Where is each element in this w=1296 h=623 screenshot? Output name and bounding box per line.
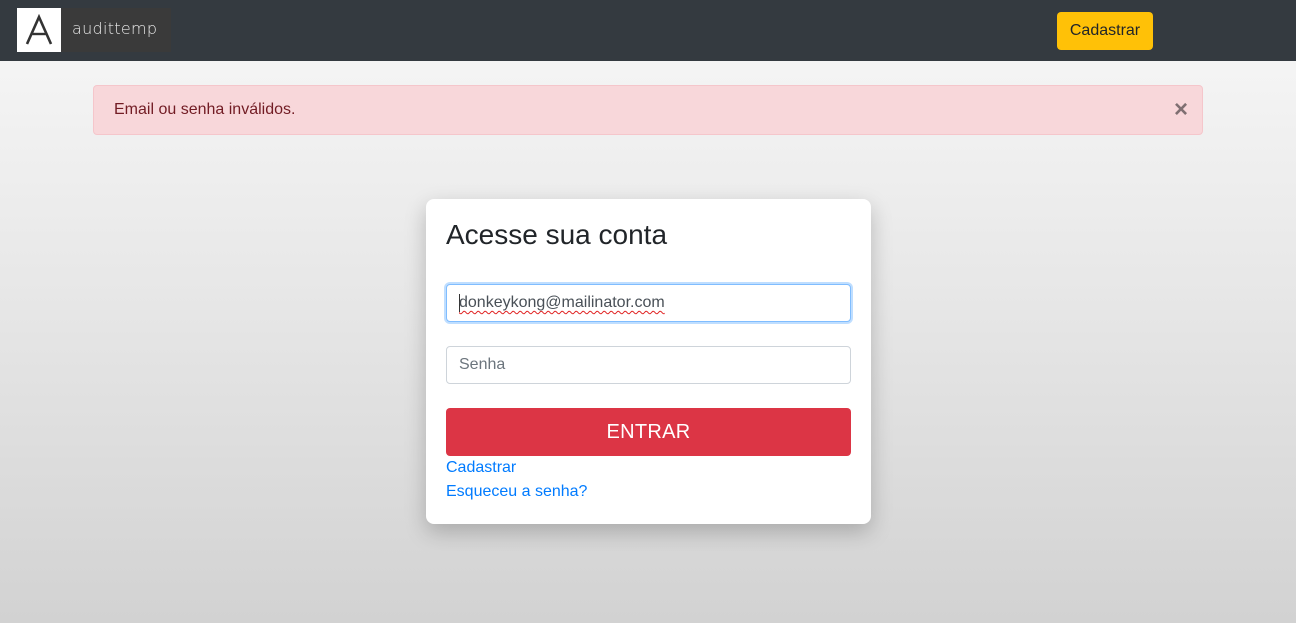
email-field[interactable]: donkeykong@mailinator.com (446, 284, 851, 322)
alert-message: Email ou senha inválidos. (114, 101, 296, 118)
brand-logo[interactable]: audittemp (17, 8, 171, 52)
logo-a-icon (17, 8, 61, 52)
navbar-signup-button[interactable]: Cadastrar (1057, 12, 1153, 50)
error-alert: Email ou senha inválidos. × (93, 85, 1203, 135)
forgot-password-link[interactable]: Esqueceu a senha? (446, 483, 587, 501)
login-card: Acesse sua conta donkeykong@mailinator.c… (426, 199, 871, 524)
login-submit-button[interactable]: ENTRAR (446, 408, 851, 456)
email-value: donkeykong@mailinator.com (459, 294, 665, 311)
top-navbar: audittemp Cadastrar (0, 0, 1296, 61)
password-field[interactable]: Senha (446, 346, 851, 384)
close-icon[interactable]: × (1174, 98, 1188, 122)
signup-link[interactable]: Cadastrar (446, 459, 516, 477)
login-title: Acesse sua conta (446, 219, 668, 250)
password-placeholder: Senha (459, 356, 506, 373)
brand-name: audittemp (72, 18, 158, 38)
